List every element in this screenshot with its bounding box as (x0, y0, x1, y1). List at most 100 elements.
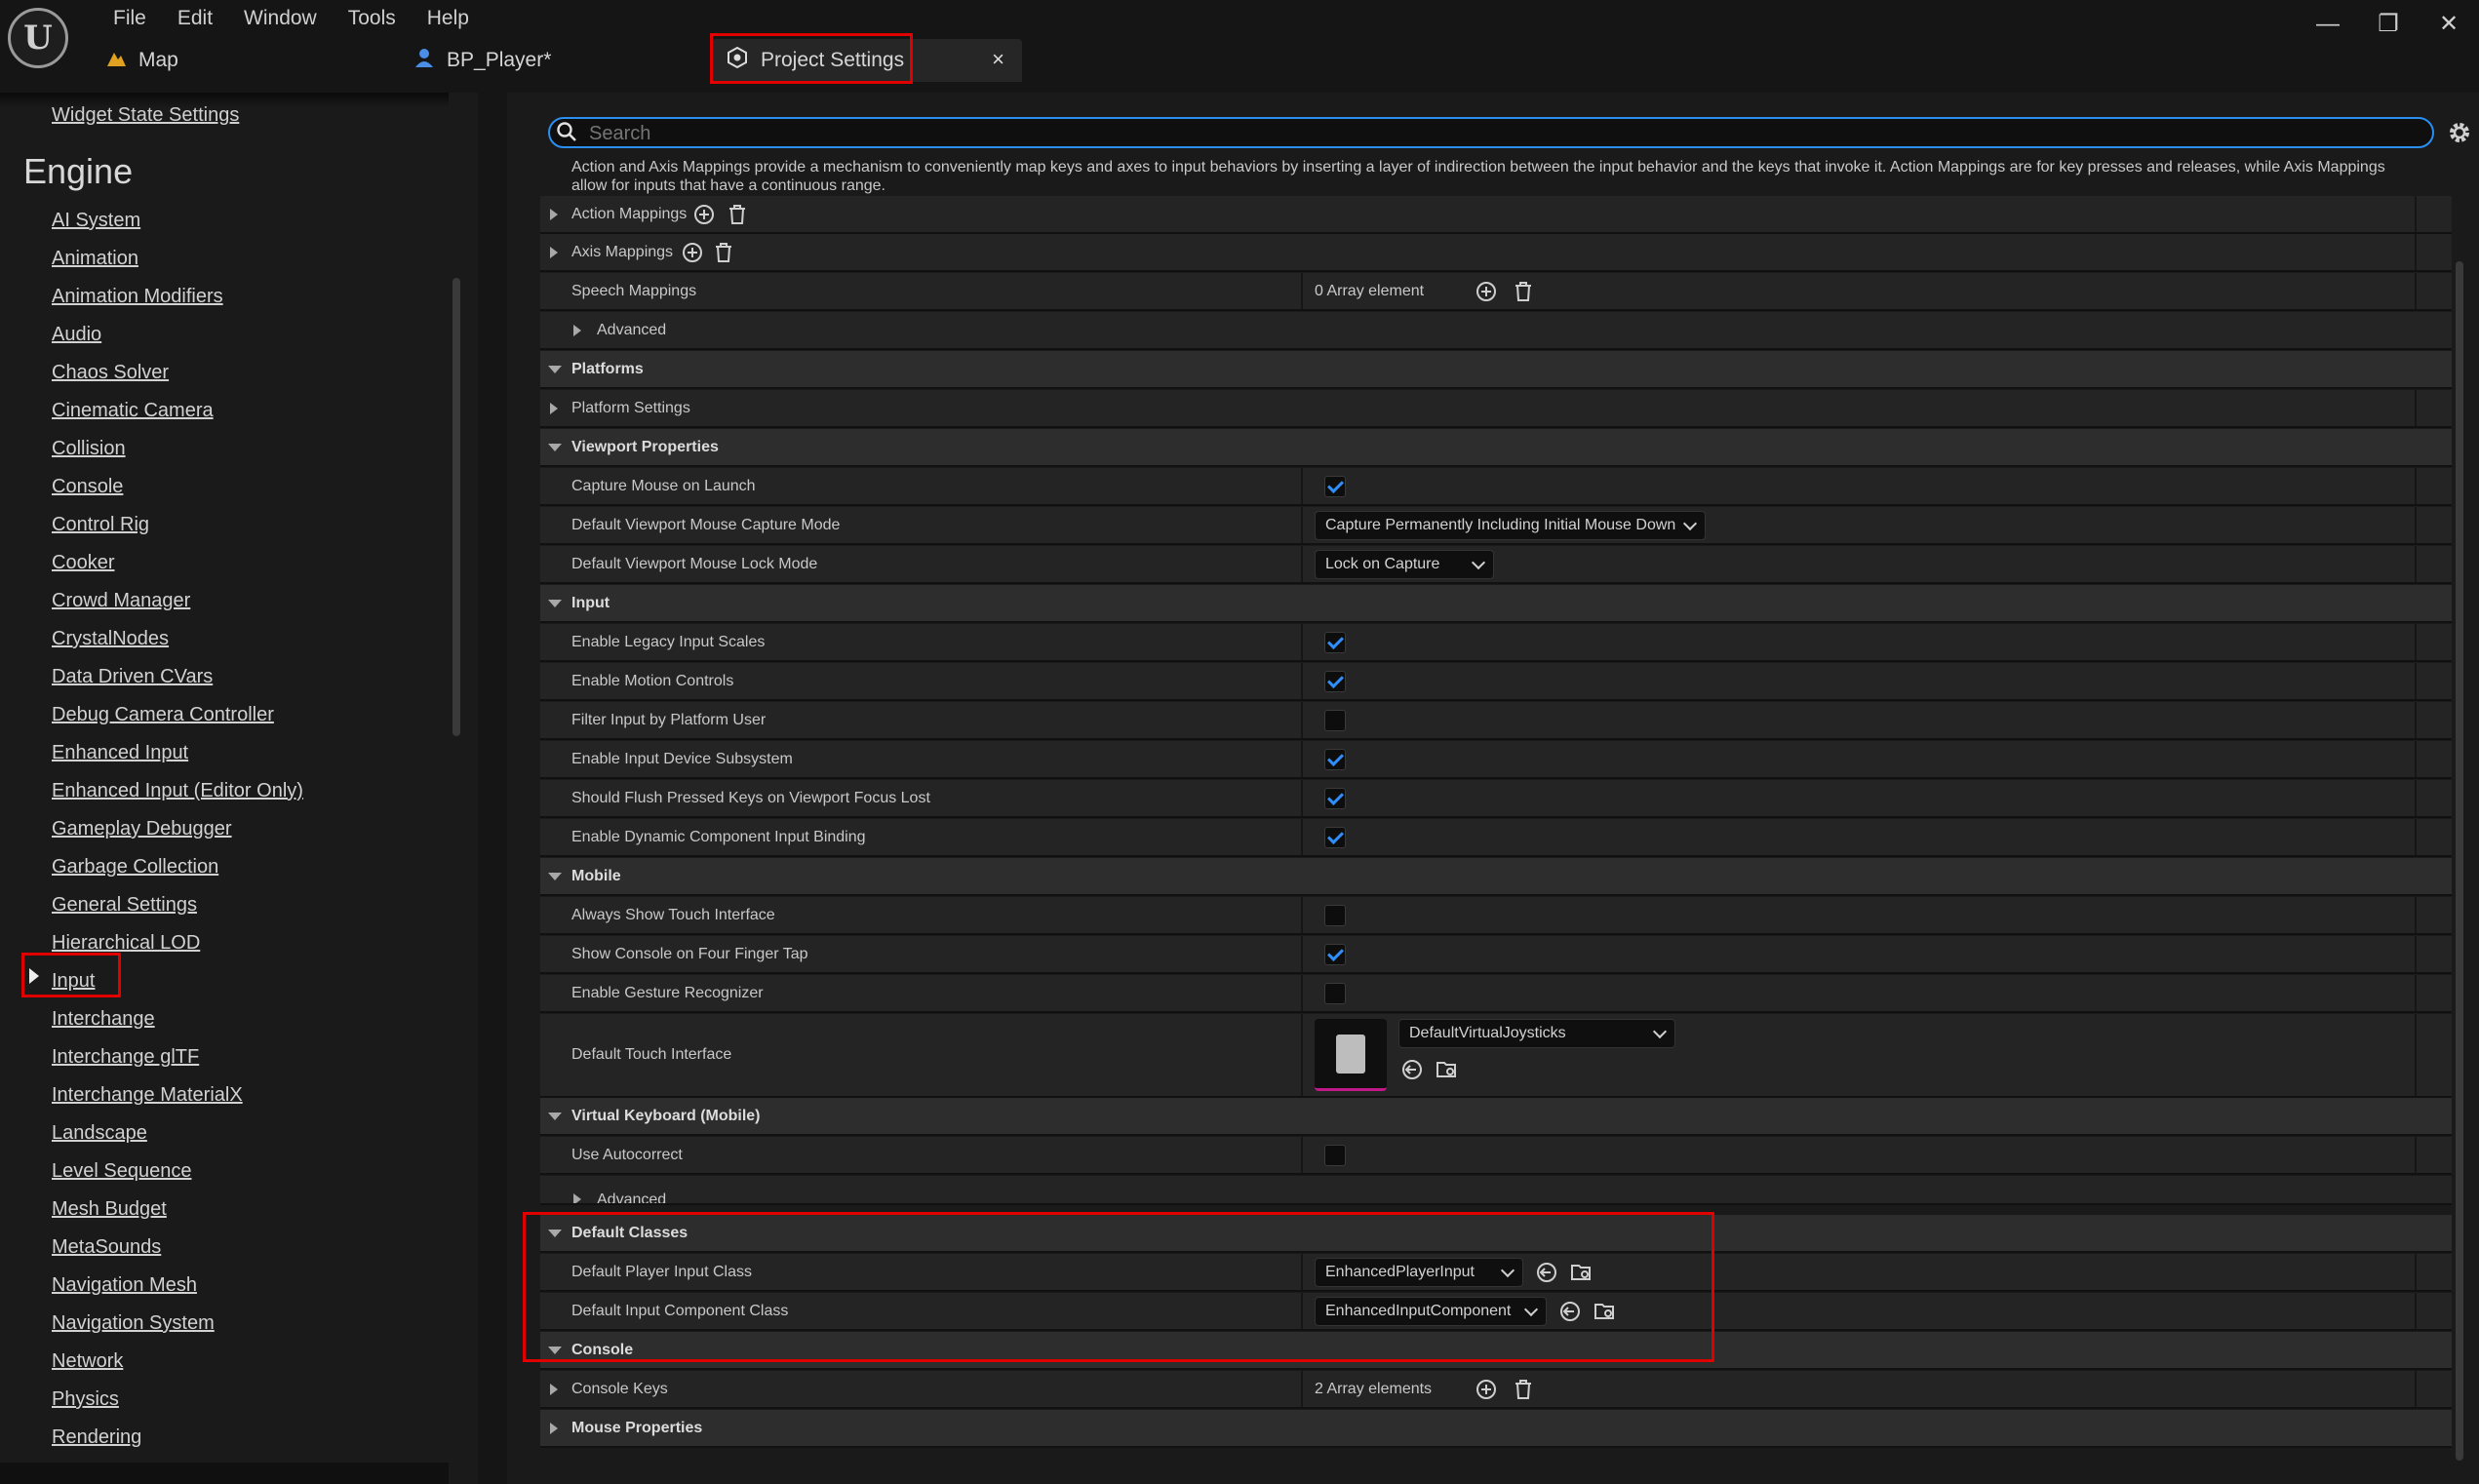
trash-icon[interactable] (726, 203, 749, 226)
menu-edit[interactable]: Edit (162, 4, 228, 33)
search-input[interactable] (587, 119, 2424, 148)
sidebar-item-interchange-gltf[interactable]: Interchange glTF (52, 1038, 303, 1076)
expand-arrow-icon[interactable] (550, 402, 558, 414)
sidebar-item-enhanced-input-editor[interactable]: Enhanced Input (Editor Only) (52, 772, 303, 810)
checkbox-gesture[interactable] (1324, 982, 1346, 1004)
checkbox-flush-keys[interactable] (1324, 787, 1346, 809)
sidebar-item-mesh-budget[interactable]: Mesh Budget (52, 1191, 303, 1229)
sidebar-item-landscape[interactable]: Landscape (52, 1114, 303, 1152)
details-scrollbar[interactable] (2456, 261, 2463, 1461)
tab-map[interactable]: Map (105, 39, 178, 82)
tab-bp-player[interactable]: BP_Player* (413, 39, 551, 82)
sidebar-item-general-settings[interactable]: General Settings (52, 886, 303, 924)
row-action-mappings[interactable]: Action Mappings (540, 196, 2452, 234)
expand-arrow-icon[interactable] (550, 246, 558, 258)
sidebar-item-collision[interactable]: Collision (52, 430, 303, 468)
browse-asset-icon[interactable] (1436, 1058, 1459, 1081)
sidebar-item-enhanced-input[interactable]: Enhanced Input (52, 734, 303, 772)
close-window-button[interactable]: ✕ (2419, 0, 2479, 49)
checkbox-device-subsystem[interactable] (1324, 748, 1346, 770)
close-tab-icon[interactable]: × (992, 47, 1004, 72)
collapse-arrow-icon[interactable] (548, 1112, 562, 1120)
add-element-icon[interactable] (1475, 1378, 1498, 1401)
sidebar-item-interchange[interactable]: Interchange (52, 1000, 303, 1038)
category-platforms[interactable]: Platforms (540, 351, 2452, 389)
expand-arrow-icon[interactable] (550, 208, 558, 220)
add-element-icon[interactable] (681, 241, 704, 264)
collapse-arrow-icon[interactable] (548, 599, 562, 607)
speech-mappings-count: 0 Array element (1315, 282, 1425, 299)
label-mobile: Mobile (571, 867, 621, 884)
row-advanced-keyboard[interactable]: Advanced (540, 1176, 2452, 1205)
sidebar-item-metasounds[interactable]: MetaSounds (52, 1229, 303, 1267)
sidebar-item-crowd-manager[interactable]: Crowd Manager (52, 582, 303, 620)
sidebar-item-navigation-mesh[interactable]: Navigation Mesh (52, 1267, 303, 1305)
sidebar-item-control-rig[interactable]: Control Rig (52, 506, 303, 544)
checkbox-legacy-scales[interactable] (1324, 631, 1346, 653)
sidebar-item-animation[interactable]: Animation (52, 240, 303, 278)
sidebar-item-console[interactable]: Console (52, 468, 303, 506)
checkbox-capture-mouse[interactable] (1324, 475, 1346, 497)
sidebar-item-level-sequence[interactable]: Level Sequence (52, 1152, 303, 1191)
category-mouse-properties[interactable]: Mouse Properties (540, 1410, 2452, 1448)
sidebar-item-ai-system[interactable]: AI System (52, 202, 303, 240)
minimize-button[interactable]: — (2298, 0, 2358, 49)
sidebar-item-audio[interactable]: Audio (52, 316, 303, 354)
sidebar-item-interchange-materialx[interactable]: Interchange MaterialX (52, 1076, 303, 1114)
dropdown-capture-mode[interactable]: Capture Permanently Including Initial Mo… (1315, 510, 1707, 540)
sidebar-item-debug-camera-controller[interactable]: Debug Camera Controller (52, 696, 303, 734)
sidebar-item-network[interactable]: Network (52, 1343, 303, 1381)
sidebar-item-gameplay-debugger[interactable]: Gameplay Debugger (52, 810, 303, 848)
use-selected-asset-icon[interactable] (1400, 1058, 1424, 1081)
sidebar-item-cinematic-camera[interactable]: Cinematic Camera (52, 392, 303, 430)
sidebar-item-garbage-collection[interactable]: Garbage Collection (52, 848, 303, 886)
category-input[interactable]: Input (540, 585, 2452, 623)
add-element-icon[interactable] (692, 203, 716, 226)
row-speech-mappings[interactable]: Speech Mappings 0 Array element (540, 273, 2452, 311)
row-console-keys[interactable]: Console Keys 2 Array elements (540, 1371, 2452, 1409)
checkbox-filter-platform-user[interactable] (1324, 709, 1346, 731)
expand-arrow-icon[interactable] (573, 324, 581, 336)
collapse-arrow-icon[interactable] (548, 872, 562, 880)
sidebar-item-navigation-system[interactable]: Navigation System (52, 1305, 303, 1343)
menu-window[interactable]: Window (228, 4, 333, 33)
dropdown-touch-interface[interactable]: DefaultVirtualJoysticks (1398, 1019, 1675, 1048)
checkbox-autocorrect[interactable] (1324, 1144, 1346, 1166)
checkbox-always-touch[interactable] (1324, 904, 1346, 926)
row-axis-mappings[interactable]: Axis Mappings (540, 234, 2452, 272)
add-element-icon[interactable] (1475, 280, 1498, 303)
asset-thumbnail[interactable] (1315, 1019, 1387, 1091)
sidebar-item-crystalnodes[interactable]: CrystalNodes (52, 620, 303, 658)
expand-arrow-icon[interactable] (550, 1422, 558, 1434)
sidebar-item-cooker[interactable]: Cooker (52, 544, 303, 582)
sidebar-item-data-driven-cvars[interactable]: Data Driven CVars (52, 658, 303, 696)
checkbox-motion-controls[interactable] (1324, 670, 1346, 692)
dropdown-lock-mode[interactable]: Lock on Capture (1315, 549, 1494, 579)
sidebar-item-physics[interactable]: Physics (52, 1381, 303, 1419)
sidebar-scrollbar[interactable] (453, 278, 460, 736)
category-virtual-keyboard[interactable]: Virtual Keyboard (Mobile) (540, 1098, 2452, 1136)
gear-icon[interactable] (2446, 119, 2473, 146)
category-viewport-properties[interactable]: Viewport Properties (540, 429, 2452, 467)
trash-icon[interactable] (1512, 1378, 1535, 1401)
sidebar-item-rendering[interactable]: Rendering (52, 1419, 303, 1457)
sidebar-item-animation-modifiers[interactable]: Animation Modifiers (52, 278, 303, 316)
collapse-arrow-icon[interactable] (548, 443, 562, 451)
expand-arrow-icon[interactable] (550, 1383, 558, 1395)
row-advanced[interactable]: Advanced (540, 312, 2452, 350)
menu-file[interactable]: File (98, 4, 162, 33)
checkbox-dynamic-binding[interactable] (1324, 826, 1346, 848)
checkbox-console-four-finger[interactable] (1324, 943, 1346, 965)
expand-arrow-icon[interactable] (573, 1193, 581, 1203)
unreal-logo-icon[interactable]: U (8, 8, 68, 68)
row-platform-settings[interactable]: Platform Settings (540, 390, 2452, 428)
restore-button[interactable]: ❐ (2358, 0, 2419, 49)
sidebar-item-chaos-solver[interactable]: Chaos Solver (52, 354, 303, 392)
trash-icon[interactable] (712, 241, 735, 264)
collapse-arrow-icon[interactable] (548, 365, 562, 373)
trash-icon[interactable] (1512, 280, 1535, 303)
category-mobile[interactable]: Mobile (540, 858, 2452, 896)
menu-help[interactable]: Help (412, 4, 485, 33)
label-input: Input (571, 594, 610, 611)
menu-tools[interactable]: Tools (333, 4, 412, 33)
